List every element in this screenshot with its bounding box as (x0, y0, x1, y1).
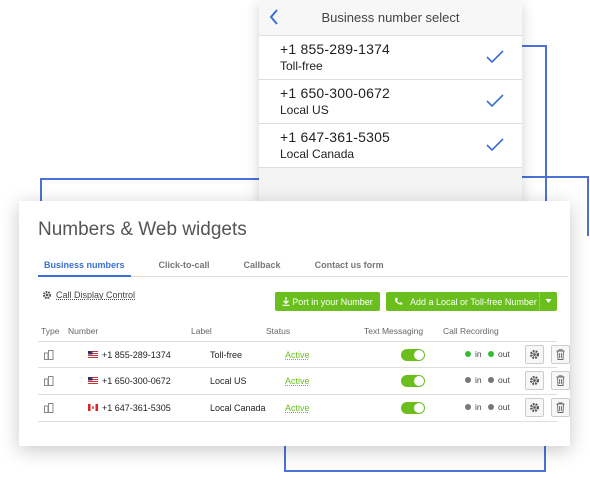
column-number: Number (68, 326, 99, 336)
building-icon (44, 376, 54, 386)
recording-out-label: out (498, 402, 510, 412)
call-display-control-link[interactable]: Call Display Control (42, 290, 135, 300)
gear-icon (42, 290, 52, 300)
call-display-control-label: Call Display Control (56, 290, 136, 300)
status-dot (465, 404, 471, 410)
status-dot (488, 351, 494, 357)
recording-in[interactable]: in (465, 375, 482, 385)
trash-icon (556, 375, 565, 386)
gear-icon (529, 375, 540, 386)
settings-button[interactable] (525, 398, 544, 417)
settings-button[interactable] (525, 371, 544, 390)
recording-in[interactable]: in (465, 402, 482, 412)
row-label: Local Canada (210, 403, 266, 413)
number-option[interactable]: +1 650-300-0672 Local US (259, 80, 522, 124)
caret-down-icon[interactable] (545, 297, 552, 305)
download-icon (282, 297, 290, 306)
recording-in-label: in (475, 402, 482, 412)
table-row: +1 855-289-1374 Toll-free Active in out (38, 341, 570, 368)
trash-icon (556, 402, 565, 413)
row-label: Toll-free (210, 350, 243, 360)
status-dot (488, 404, 494, 410)
tab-click-to-call[interactable]: Click-to-call (153, 257, 216, 277)
recording-out-label: out (498, 349, 510, 359)
tab-contact-us-form[interactable]: Contact us form (309, 257, 390, 277)
toggle-knob (414, 403, 424, 413)
row-status[interactable]: Active (285, 376, 310, 386)
page-title: Numbers & Web widgets (38, 219, 247, 240)
column-call-recording: Call Recording (443, 326, 499, 336)
building-icon (44, 350, 54, 360)
column-status: Status (266, 326, 291, 336)
number-option[interactable]: +1 855-289-1374 Toll-free (259, 36, 522, 80)
table-header: Type Number Label Status Text Messaging … (41, 326, 561, 338)
row-number: +1 647-361-5305 (102, 403, 171, 413)
row-label: Local US (210, 376, 247, 386)
status-dot (465, 377, 471, 383)
row-status[interactable]: Active (285, 403, 310, 413)
tab-callback[interactable]: Callback (238, 257, 287, 277)
tab-bar: Business numbers Click-to-call Callback … (38, 257, 568, 277)
check-icon (486, 50, 504, 64)
settings-button[interactable] (525, 345, 544, 364)
delete-button[interactable] (551, 371, 570, 390)
tab-business-numbers[interactable]: Business numbers (38, 257, 131, 277)
numbers-panel: Numbers & Web widgets Business numbers C… (19, 201, 570, 446)
trash-icon (556, 349, 565, 360)
toggle-knob (414, 350, 424, 360)
status-dot (488, 377, 494, 383)
text-messaging-toggle[interactable] (401, 375, 425, 387)
recording-out[interactable]: out (488, 402, 510, 412)
toggle-knob (414, 376, 424, 386)
recording-in[interactable]: in (465, 349, 482, 359)
add-number-label: Add a Local or Toll-free Number (410, 296, 537, 307)
button-divider (539, 292, 540, 311)
status-dot (465, 351, 471, 357)
back-arrow-icon[interactable] (265, 6, 283, 28)
row-number: +1 650-300-0672 (102, 376, 171, 386)
check-icon (486, 94, 504, 108)
table-row: +1 650-300-0672 Local US Active in out (38, 368, 570, 395)
port-number-button[interactable]: Port in your Number (275, 292, 380, 311)
us-flag-icon (88, 351, 98, 358)
building-icon (44, 403, 54, 413)
recording-in-label: in (475, 375, 482, 385)
mobile-title: Business number select (321, 10, 460, 25)
table-row: +1 647-361-5305 Local Canada Active in o… (38, 395, 570, 422)
canada-flag-icon (88, 404, 98, 411)
delete-button[interactable] (551, 345, 570, 364)
column-type: Type (41, 326, 60, 336)
row-status[interactable]: Active (285, 350, 310, 360)
column-text-messaging: Text Messaging (364, 326, 424, 336)
us-flag-icon (88, 377, 98, 384)
column-label: Label (191, 326, 212, 336)
recording-out[interactable]: out (488, 349, 510, 359)
add-number-button[interactable]: Add a Local or Toll-free Number (386, 292, 557, 311)
port-number-label: Port in your Number (292, 296, 373, 307)
text-messaging-toggle[interactable] (401, 402, 425, 414)
mobile-header: Business number select (259, 0, 522, 36)
row-number: +1 855-289-1374 (102, 350, 171, 360)
phone-icon (395, 297, 403, 305)
gear-icon (529, 402, 540, 413)
delete-button[interactable] (551, 398, 570, 417)
number-option[interactable]: +1 647-361-5305 Local Canada (259, 124, 522, 168)
recording-in-label: in (475, 349, 482, 359)
text-messaging-toggle[interactable] (401, 349, 425, 361)
recording-out[interactable]: out (488, 375, 510, 385)
mobile-number-select: Business number select +1 855-289-1374 T… (259, 0, 522, 205)
recording-out-label: out (498, 375, 510, 385)
check-icon (486, 138, 504, 152)
gear-icon (529, 349, 540, 360)
